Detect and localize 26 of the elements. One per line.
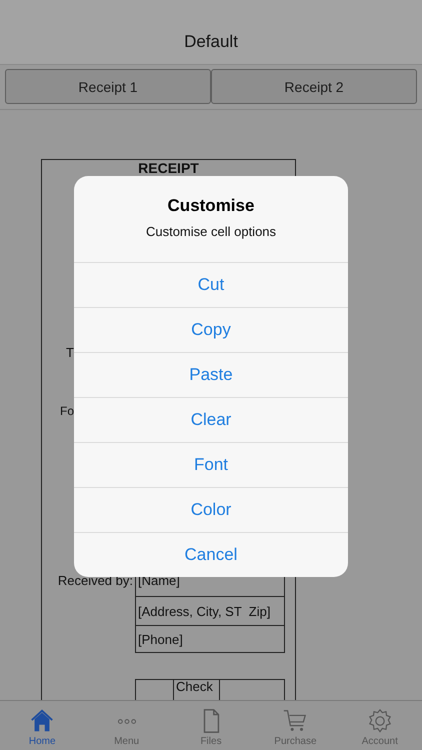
action-button[interactable]: Font bbox=[74, 442, 348, 487]
settings-icon bbox=[366, 708, 393, 734]
action-button[interactable]: Cut bbox=[74, 262, 348, 307]
segment-tab[interactable]: Receipt 1 bbox=[5, 69, 211, 104]
screen-title: Default bbox=[184, 32, 238, 52]
table-cell: [Address, City, ST Zip] bbox=[135, 596, 285, 625]
dialog-message: Customise cell options bbox=[146, 224, 276, 239]
action-button[interactable]: Paste bbox=[74, 352, 348, 397]
action-button[interactable]: Cancel bbox=[74, 532, 348, 577]
tab-item[interactable]: Home bbox=[0, 701, 84, 750]
segment-tab[interactable]: Receipt 2 bbox=[211, 69, 417, 104]
action-button[interactable]: Copy bbox=[74, 307, 348, 352]
cart-icon bbox=[282, 708, 308, 734]
tab-item[interactable]: Files bbox=[168, 701, 254, 750]
action-button[interactable]: Clear bbox=[74, 397, 348, 442]
tab-item[interactable]: Purchase bbox=[253, 701, 338, 750]
action-button[interactable]: Color bbox=[74, 487, 348, 532]
field-label: Fo bbox=[60, 403, 74, 419]
dialog-title: Customise bbox=[168, 196, 254, 216]
table-cell: [Phone] bbox=[135, 625, 285, 653]
home-icon bbox=[29, 708, 56, 734]
tab-item[interactable]: Account bbox=[338, 701, 422, 750]
receipt-title: RECEIPT bbox=[138, 161, 199, 176]
more-icon bbox=[118, 719, 136, 724]
field-label: T bbox=[66, 345, 74, 361]
tab-item[interactable]: Menu bbox=[84, 701, 169, 750]
